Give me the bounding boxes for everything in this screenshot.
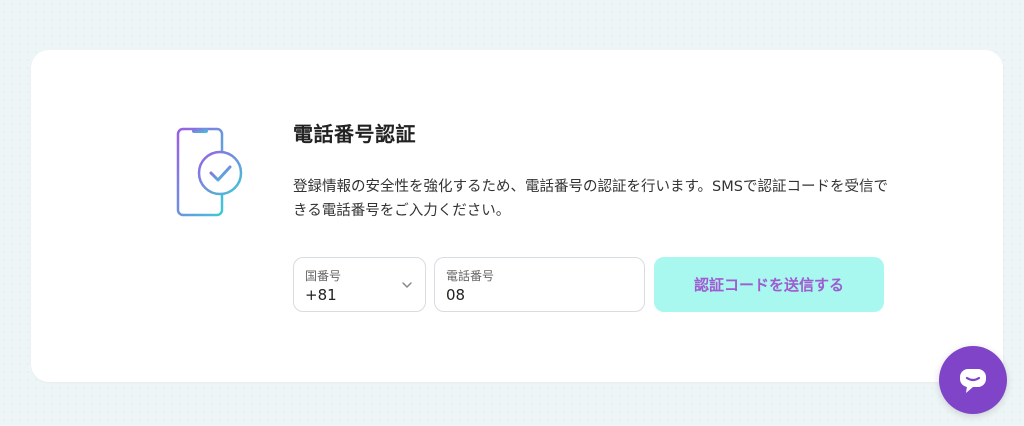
chat-button[interactable] bbox=[939, 346, 1007, 414]
phone-number-field[interactable]: 電話番号 08 bbox=[434, 257, 645, 312]
description-text: 登録情報の安全性を強化するため、電話番号の認証を行います。SMSで認証コードを受… bbox=[293, 179, 888, 219]
send-code-button[interactable]: 認証コードを送信する bbox=[654, 257, 884, 312]
phone-number-value: 08 bbox=[446, 286, 466, 304]
phone-check-icon bbox=[176, 127, 243, 217]
country-code-value: +81 bbox=[305, 286, 337, 304]
country-code-select[interactable]: 国番号 +81 bbox=[293, 257, 426, 312]
page-title: 電話番号認証 bbox=[293, 122, 416, 146]
country-code-label: 国番号 bbox=[305, 269, 342, 283]
phone-number-label: 電話番号 bbox=[446, 269, 495, 283]
chevron-down-icon bbox=[402, 282, 412, 288]
chat-bubble-icon bbox=[960, 369, 986, 393]
